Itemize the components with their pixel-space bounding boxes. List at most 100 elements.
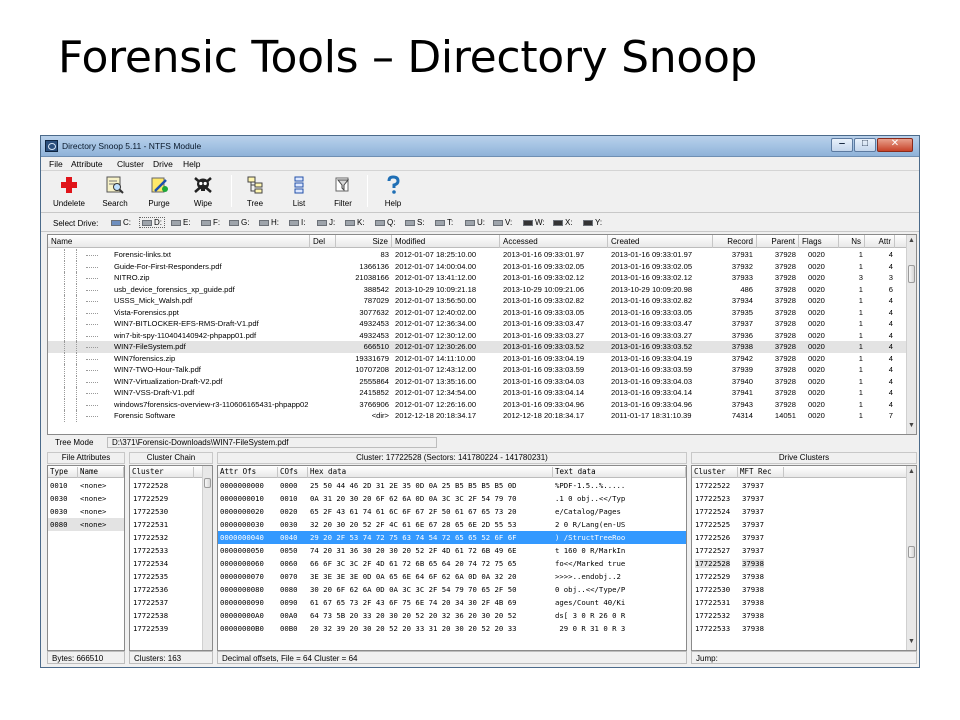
cluster-row[interactable]: 17722529	[130, 492, 200, 505]
drive-x[interactable]: X:	[553, 218, 573, 227]
col-text-data[interactable]: Text data	[553, 467, 686, 478]
col-modified[interactable]: Modified	[392, 235, 500, 248]
file-row[interactable]: usb_device_forensics_xp_guide.pdf 388542 2…	[48, 283, 906, 295]
hex-row[interactable]: 0000000070 0070 3E 3E 3E 3E 0D 0A 65 6E 64…	[218, 570, 686, 583]
drive-cluster-row[interactable]: 17722527 37937	[692, 544, 902, 557]
col-hex-data[interactable]: Hex data	[308, 467, 553, 478]
drive-cluster-row[interactable]: 17722529 37938	[692, 570, 902, 583]
drive-h[interactable]: H:	[259, 218, 279, 227]
close-button[interactable]: ✕	[877, 138, 913, 152]
drive-e[interactable]: E:	[171, 218, 191, 227]
col-mft-rec[interactable]: MFT Rec	[738, 467, 784, 478]
wipe-button[interactable]: Wipe	[181, 173, 225, 211]
col-record[interactable]: Record	[713, 235, 757, 248]
drive-cluster-row[interactable]: 17722533 37938	[692, 622, 902, 635]
col-cluster[interactable]: Cluster	[130, 467, 194, 478]
col-cofs[interactable]: COfs	[278, 467, 308, 478]
scroll-down-icon[interactable]: ▼	[907, 638, 916, 648]
scroll-thumb[interactable]	[908, 265, 915, 283]
scroll-up-icon[interactable]: ▲	[907, 468, 916, 478]
col-size[interactable]: Size	[336, 235, 392, 248]
attribute-row[interactable]: 0010 <none>	[48, 479, 124, 492]
attribute-row[interactable]: 0080 <none>	[48, 518, 124, 531]
drive-cluster-row[interactable]: 17722531 37938	[692, 596, 902, 609]
cluster-row[interactable]: 17722537	[130, 596, 200, 609]
file-list-scrollbar[interactable]: ▲ ▼	[906, 235, 916, 434]
file-row[interactable]: Vista-Forensics.ppt 3077632 2012-01-07 12:…	[48, 306, 906, 318]
hex-row[interactable]: 0000000060 0060 66 6F 3C 3C 2F 4D 61 72 6B…	[218, 557, 686, 570]
drive-s[interactable]: S:	[405, 218, 425, 227]
drive-cluster-row[interactable]: 17722525 37937	[692, 518, 902, 531]
file-row[interactable]: NITRO.zip 21038166 2012-01-07 13:41:12.00 2…	[48, 272, 906, 284]
drive-cluster-row[interactable]: 17722522 37937	[692, 479, 902, 492]
drive-cluster-row[interactable]: 17722526 37937	[692, 531, 902, 544]
drive-f[interactable]: F:	[201, 218, 220, 227]
cluster-row[interactable]: 17722532	[130, 531, 200, 544]
minimize-button[interactable]: ‒	[831, 138, 853, 152]
attribute-row[interactable]: 0030 <none>	[48, 492, 124, 505]
drive-u[interactable]: U:	[465, 218, 485, 227]
drive-d[interactable]: D:	[139, 217, 165, 228]
cluster-row[interactable]: 17722536	[130, 583, 200, 596]
cluster-row[interactable]: 17722528	[130, 479, 200, 492]
drive-j[interactable]: J:	[317, 218, 335, 227]
file-row[interactable]: WIN7-VSS-Draft-V1.pdf 2415852 2012-01-07 1…	[48, 387, 906, 399]
cluster-row[interactable]: 17722535	[130, 570, 200, 583]
file-row[interactable]: win7-bit-spy-110404140942-phpapp01.pdf 49…	[48, 329, 906, 341]
hex-row[interactable]: 0000000050 0050 74 20 31 36 30 20 30 20 52…	[218, 544, 686, 557]
drive-c[interactable]: C:	[111, 218, 131, 227]
col-flags[interactable]: Flags	[799, 235, 839, 248]
file-row[interactable]: Guide-For-First-Responders.pdf 1366136 201…	[48, 260, 906, 272]
tree-button[interactable]: Tree	[233, 173, 277, 211]
list-button[interactable]: List	[277, 173, 321, 211]
hex-row[interactable]: 0000000000 0000 25 50 44 46 2D 31 2E 35 0D…	[218, 479, 686, 492]
file-row[interactable]: WIN7-BITLOCKER-EFS-RMS-Draft-V1.pdf 49324…	[48, 318, 906, 330]
file-row[interactable]: WIN7-FileSystem.pdf 666510 2012-01-07 12:3…	[48, 341, 906, 353]
purge-button[interactable]: Purge	[137, 173, 181, 211]
drive-q[interactable]: Q:	[375, 218, 395, 227]
hex-row[interactable]: 0000000040 0040 29 20 2F 53 74 72 75 63 74…	[218, 531, 686, 544]
col-drive-cluster[interactable]: Cluster	[692, 467, 738, 478]
hex-row[interactable]: 0000000090 0090 61 67 65 73 2F 43 6F 75 6E…	[218, 596, 686, 609]
help-button[interactable]: Help	[371, 173, 415, 211]
menu-drive[interactable]: Drive	[153, 159, 173, 169]
hex-row[interactable]: 00000000A0 00A0 64 73 5B 20 33 20 30 20 52…	[218, 609, 686, 622]
col-name[interactable]: Name	[48, 235, 310, 248]
scroll-down-icon[interactable]: ▼	[907, 422, 916, 432]
drive-cluster-row[interactable]: 17722524 37937	[692, 505, 902, 518]
drive-k[interactable]: K:	[345, 218, 365, 227]
cluster-chain-scrollbar[interactable]	[202, 466, 212, 650]
drive-cluster-row[interactable]: 17722523 37937	[692, 492, 902, 505]
drive-cluster-row[interactable]: 17722532 37938	[692, 609, 902, 622]
drive-y[interactable]: Y:	[583, 218, 602, 227]
drive-i[interactable]: I:	[289, 218, 305, 227]
drive-clusters-scrollbar[interactable]: ▲ ▼	[906, 466, 916, 650]
cluster-row[interactable]: 17722539	[130, 622, 200, 635]
jump-field[interactable]: Jump:	[691, 651, 917, 664]
scroll-thumb[interactable]	[204, 478, 211, 488]
file-row[interactable]: Forensic-links.txt 83 2012-01-07 18:25:10.…	[48, 249, 906, 261]
cluster-row[interactable]: 17722534	[130, 557, 200, 570]
drive-v[interactable]: V:	[493, 218, 512, 227]
scroll-up-icon[interactable]: ▲	[907, 237, 916, 247]
col-accessed[interactable]: Accessed	[500, 235, 608, 248]
scroll-thumb[interactable]	[908, 546, 915, 558]
drive-cluster-row[interactable]: 17722530 37938	[692, 583, 902, 596]
col-del[interactable]: Del	[310, 235, 336, 248]
cluster-row[interactable]: 17722538	[130, 609, 200, 622]
maximize-button[interactable]: □	[854, 138, 876, 152]
search-button[interactable]: Search	[93, 173, 137, 211]
drive-cluster-row[interactable]: 17722528 37938	[692, 557, 902, 570]
hex-row[interactable]: 0000000080 0080 30 20 6F 62 6A 0D 0A 3C 3C…	[218, 583, 686, 596]
drive-g[interactable]: G:	[229, 218, 249, 227]
cluster-row[interactable]: 17722530	[130, 505, 200, 518]
col-created[interactable]: Created	[608, 235, 713, 248]
col-attr-ofs[interactable]: Attr Ofs	[218, 467, 278, 478]
drive-t[interactable]: T:	[435, 218, 453, 227]
title-bar[interactable]: Directory Snoop 5.11 - NTFS Module ‒ □ ✕	[41, 136, 919, 157]
file-row[interactable]: WIN7-TWO-Hour-Talk.pdf 10707208 2012-01-07…	[48, 364, 906, 376]
col-attr-name[interactable]: Name	[78, 467, 124, 478]
menu-attribute[interactable]: Attribute	[71, 159, 103, 169]
hex-row[interactable]: 0000000030 0030 32 20 30 20 52 2F 4C 61 6E…	[218, 518, 686, 531]
file-row[interactable]: Forensic Software <dir> 2012-12-18 20:18:3…	[48, 410, 906, 422]
